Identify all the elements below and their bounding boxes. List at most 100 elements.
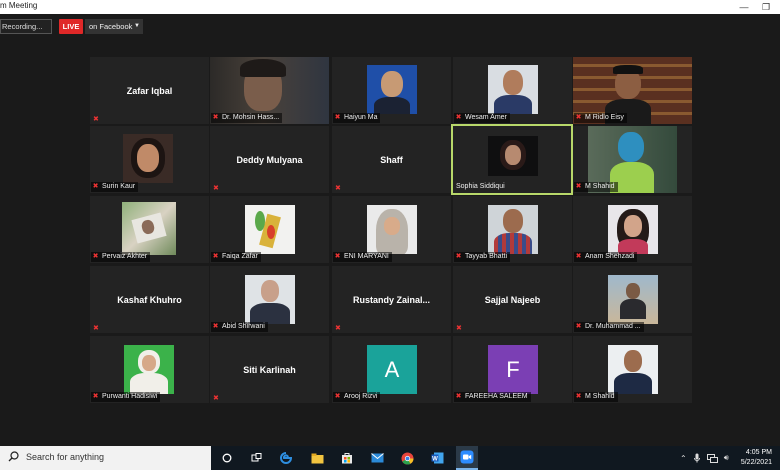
taskbar-search[interactable]: Search for anything: [0, 446, 211, 470]
participant-name: M Ridlo Eisy: [585, 114, 624, 121]
participant-tile[interactable]: ✖ Surin Kaur: [90, 126, 209, 193]
participant-tile[interactable]: ✖ Abid Shirwani: [210, 266, 329, 333]
participant-video: [123, 134, 173, 183]
mic-muted-icon: ✖: [212, 253, 219, 260]
mic-muted-icon: ✖: [575, 114, 582, 121]
windows-taskbar: Search for anything W ⌃ 🔊︎ 4:05 PM 5/22/…: [0, 446, 780, 470]
mic-muted-icon: ✖: [212, 323, 219, 330]
participant-tile[interactable]: ✖ Pervaiz Akhter: [90, 196, 209, 263]
mic-muted-icon: ✖: [455, 253, 462, 260]
volume-icon[interactable]: 🔊︎: [724, 453, 729, 463]
participant-label: ✖ Abid Shirwani: [211, 322, 268, 332]
participant-name: Pervaiz Akhter: [102, 253, 148, 260]
participant-label: ✖ M Shahid: [574, 182, 618, 192]
mic-muted-icon: ✖: [213, 185, 219, 192]
participant-video: [245, 275, 295, 324]
participant-tile[interactable]: ✖ Anam Shehzadi: [573, 196, 692, 263]
mic-muted-icon: ✖: [212, 114, 219, 121]
svg-text:W: W: [432, 456, 438, 462]
stream-target-dropdown[interactable]: on Facebook ▼: [85, 19, 143, 34]
participant-tile[interactable]: Zafar Iqbal ✖: [90, 57, 209, 124]
participant-tile[interactable]: F ✖ FAREEHA SALEEM: [453, 336, 572, 403]
clock-time: 4:05 PM: [745, 449, 772, 456]
minimize-icon[interactable]: —: [736, 0, 752, 14]
participant-tile[interactable]: Deddy Mulyana ✖: [210, 126, 329, 193]
participant-tile[interactable]: Rustandy Zainal... ✖: [332, 266, 451, 333]
window-title: m Meeting: [0, 1, 38, 10]
file-explorer-icon[interactable]: [306, 446, 328, 470]
participant-label: ✖ Wesam Amer: [454, 113, 510, 123]
search-icon: [8, 451, 19, 462]
participant-name: Siti Karlinah: [243, 364, 296, 375]
live-badge: LIVE: [59, 19, 83, 34]
participant-tile[interactable]: Sajjal Najeeb ✖: [453, 266, 572, 333]
participant-label: ✖ Arooj Rizvi: [333, 392, 381, 402]
participant-video: [608, 205, 658, 254]
mic-muted-icon: ✖: [334, 253, 341, 260]
participant-tile[interactable]: Kashaf Khuhro ✖: [90, 266, 209, 333]
mic-muted-icon: ✖: [575, 393, 582, 400]
participant-name: Sajjal Najeeb: [484, 294, 541, 305]
mic-muted-icon: ✖: [335, 325, 341, 332]
participant-video: [367, 65, 417, 114]
participant-tile[interactable]: ✖ Faiqa Zafar: [210, 196, 329, 263]
search-placeholder: Search for anything: [26, 452, 105, 462]
recording-button[interactable]: Recording...: [0, 19, 52, 34]
participant-tile[interactable]: ✖ M Shahid: [573, 336, 692, 403]
participant-tile[interactable]: ✖ Haiyun Ma: [332, 57, 451, 124]
participant-label: Sophia Siddiqui: [454, 182, 508, 192]
cortana-icon[interactable]: [216, 446, 238, 470]
word-icon[interactable]: W: [426, 446, 448, 470]
mic-muted-icon: ✖: [93, 116, 99, 123]
task-view-icon[interactable]: [245, 446, 267, 470]
restore-icon[interactable]: ❐: [758, 0, 774, 14]
mic-muted-icon: ✖: [455, 114, 462, 121]
participant-tile[interactable]: A ✖ Arooj Rizvi: [332, 336, 451, 403]
participant-name: FAREEHA SALEEM: [465, 393, 528, 400]
participant-label: ✖ Dr. Mohsin Hass...: [211, 113, 283, 123]
participant-label: ✖ Dr. Muhammad ...: [574, 322, 644, 332]
participant-label: ✖ Tayyab Bhatti: [454, 252, 511, 262]
network-icon[interactable]: [706, 453, 718, 463]
participant-name: Shaff: [380, 154, 403, 165]
participant-tile[interactable]: ✖ ENI MARYANI: [332, 196, 451, 263]
participant-label: ✖ Haiyun Ma: [333, 113, 381, 123]
participant-tile[interactable]: ✖ M Ridlo Eisy: [573, 57, 692, 124]
mic-muted-icon: ✖: [575, 323, 582, 330]
mail-icon[interactable]: [366, 446, 388, 470]
participant-label: ✖ ENI MARYANI: [333, 252, 392, 262]
system-clock[interactable]: 4:05 PM 5/22/2021: [738, 448, 772, 468]
participant-name: ENI MARYANI: [344, 253, 389, 260]
participant-name: Dr. Mohsin Hass...: [222, 114, 280, 121]
participant-tile[interactable]: Siti Karlinah ✖: [210, 336, 329, 403]
participant-video: [488, 136, 538, 176]
edge-browser-icon[interactable]: [275, 446, 297, 470]
participant-name: Anam Shehzadi: [585, 253, 635, 260]
mic-muted-icon: ✖: [575, 183, 582, 190]
participant-tile[interactable]: Shaff ✖: [332, 126, 451, 193]
participant-avatar: F: [488, 345, 538, 394]
participant-video: [367, 205, 417, 254]
participant-tile[interactable]: ✖ Dr. Mohsin Hass...: [210, 57, 329, 124]
microphone-icon[interactable]: [693, 453, 700, 463]
participant-tile[interactable]: ✖ M Shahid: [573, 126, 692, 193]
mic-muted-icon: ✖: [456, 325, 462, 332]
store-icon[interactable]: [336, 446, 358, 470]
participant-name: Haiyun Ma: [344, 114, 378, 121]
participant-name: M Shahid: [585, 393, 615, 400]
zoom-app-icon[interactable]: [456, 446, 478, 470]
participant-tile[interactable]: ✖ Tayyab Bhatti: [453, 196, 572, 263]
participant-tile[interactable]: ✖ Dr. Muhammad ...: [573, 266, 692, 333]
mic-muted-icon: ✖: [92, 183, 99, 190]
chrome-icon[interactable]: [396, 446, 418, 470]
participant-tile[interactable]: ✖ Wesam Amer: [453, 57, 572, 124]
participant-tile[interactable]: ✖ Purwanti Hadisiwi: [90, 336, 209, 403]
stream-target-label: on Facebook: [89, 22, 133, 31]
participant-label: ✖ Faiqa Zafar: [211, 252, 261, 262]
participant-tile-active-speaker[interactable]: Sophia Siddiqui: [451, 124, 573, 195]
participant-label: ✖ M Shahid: [574, 392, 618, 402]
participant-video: [245, 205, 295, 254]
participant-name: Wesam Amer: [465, 114, 507, 121]
chevron-up-icon[interactable]: ⌃: [680, 454, 687, 463]
participant-name: Sophia Siddiqui: [456, 183, 505, 190]
